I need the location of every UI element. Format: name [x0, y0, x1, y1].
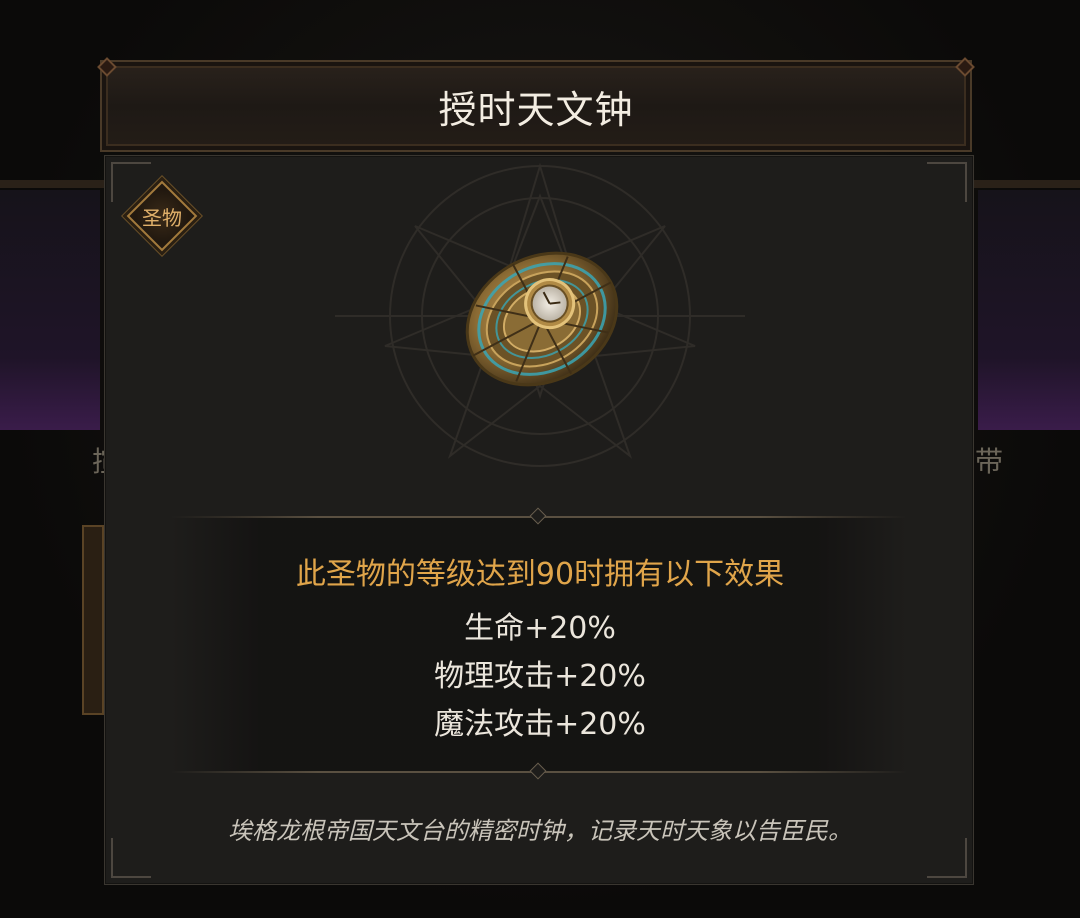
item-detail-panel: 圣物 此圣物的等级达到90时拥有以下效果 生命+20% 物理攻击+20% 魔法攻… — [104, 155, 974, 885]
relic-badge: 圣物 — [126, 180, 198, 252]
effect-line-magic-attack: 魔法攻击+20% — [434, 707, 646, 742]
background-right-panel — [978, 190, 1080, 430]
background-left-card — [82, 525, 104, 715]
item-title: 授时天文钟 — [438, 87, 634, 132]
item-description: 埃格龙根帝国天文台的精密时钟，记录天时天象以告臣民。 — [228, 817, 852, 845]
astronomical-clock-relic-icon — [465, 251, 619, 387]
effect-condition-text: 此圣物的等级达到90时拥有以下效果 — [295, 557, 785, 592]
item-title-bar: 授时天文钟 — [97, 57, 975, 152]
background-left-panel — [0, 190, 100, 430]
badge-label: 圣物 — [142, 205, 182, 230]
background-right-label: 带 — [975, 445, 1004, 478]
effect-line-physical-attack: 物理攻击+20% — [434, 659, 646, 694]
effect-line-hp: 生命+20% — [464, 611, 616, 646]
